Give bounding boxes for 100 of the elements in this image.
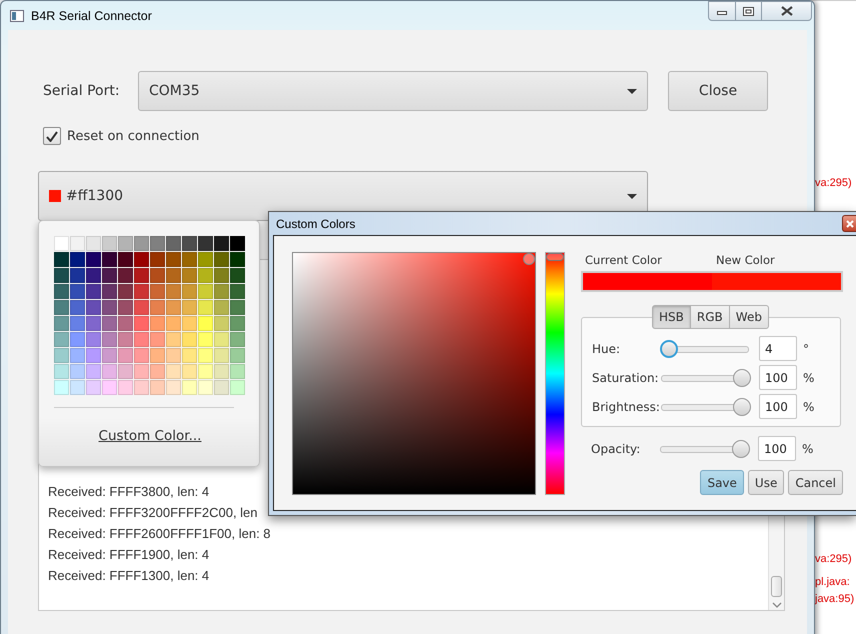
hue-slider[interactable] [545, 252, 565, 495]
color-swatch[interactable] [118, 252, 133, 267]
color-swatch[interactable] [134, 348, 149, 363]
color-swatch[interactable] [134, 332, 149, 347]
color-swatch[interactable] [198, 300, 213, 315]
color-swatch[interactable] [118, 332, 133, 347]
color-swatch[interactable] [166, 380, 181, 395]
color-swatch[interactable] [214, 332, 229, 347]
color-swatch[interactable] [54, 284, 69, 299]
color-swatch[interactable] [230, 332, 245, 347]
color-swatch[interactable] [150, 348, 165, 363]
serial-port-dropdown[interactable]: COM35 [138, 71, 648, 111]
color-swatch[interactable] [150, 268, 165, 283]
color-swatch[interactable] [102, 364, 117, 379]
color-swatch[interactable] [102, 332, 117, 347]
color-swatch[interactable] [70, 252, 85, 267]
color-swatch[interactable] [214, 380, 229, 395]
color-swatch[interactable] [134, 364, 149, 379]
color-swatch[interactable] [198, 284, 213, 299]
color-swatch[interactable] [86, 252, 101, 267]
saturation-brightness-field[interactable] [292, 252, 536, 495]
color-swatch[interactable] [86, 316, 101, 331]
color-swatch[interactable] [86, 300, 101, 315]
color-swatch[interactable] [198, 252, 213, 267]
color-swatch[interactable] [182, 268, 197, 283]
color-swatch[interactable] [134, 380, 149, 395]
color-swatch[interactable] [86, 236, 101, 251]
color-swatch[interactable] [166, 236, 181, 251]
color-swatch[interactable] [150, 252, 165, 267]
color-swatch[interactable] [102, 236, 117, 251]
color-swatch[interactable] [150, 332, 165, 347]
color-swatch[interactable] [54, 364, 69, 379]
color-swatch[interactable] [166, 348, 181, 363]
color-swatch[interactable] [166, 252, 181, 267]
slider[interactable] [659, 340, 751, 358]
color-swatch[interactable] [182, 284, 197, 299]
color-swatch[interactable] [198, 348, 213, 363]
dialog-button[interactable]: Use [748, 470, 784, 495]
color-swatch[interactable] [70, 236, 85, 251]
color-swatch[interactable] [182, 380, 197, 395]
color-swatch[interactable] [198, 236, 213, 251]
color-swatch[interactable] [230, 316, 245, 331]
color-swatch[interactable] [54, 380, 69, 395]
color-swatch[interactable] [214, 268, 229, 283]
dialog-button[interactable]: Save [700, 470, 744, 495]
color-swatch[interactable] [70, 364, 85, 379]
value-field[interactable]: 4 [759, 336, 797, 361]
color-swatch[interactable] [54, 268, 69, 283]
color-swatch[interactable] [198, 268, 213, 283]
slider-thumb[interactable] [733, 398, 751, 416]
color-swatch[interactable] [214, 348, 229, 363]
scrollbar-thumb[interactable] [771, 576, 782, 597]
color-swatch[interactable] [198, 364, 213, 379]
color-swatch[interactable] [182, 252, 197, 267]
slider-thumb[interactable] [733, 368, 751, 386]
color-swatch[interactable] [182, 364, 197, 379]
color-swatch[interactable] [70, 348, 85, 363]
color-swatch[interactable] [198, 332, 213, 347]
color-swatch[interactable] [230, 284, 245, 299]
color-swatch[interactable] [150, 300, 165, 315]
color-swatch[interactable] [118, 380, 133, 395]
color-swatch[interactable] [198, 380, 213, 395]
color-swatch[interactable] [118, 268, 133, 283]
color-swatch[interactable] [182, 348, 197, 363]
color-swatch[interactable] [86, 380, 101, 395]
color-swatch[interactable] [230, 268, 245, 283]
color-swatch[interactable] [102, 316, 117, 331]
color-swatch[interactable] [54, 252, 69, 267]
color-swatch[interactable] [70, 284, 85, 299]
dialog-button[interactable]: Cancel [788, 470, 843, 495]
color-swatch[interactable] [118, 300, 133, 315]
color-swatch[interactable] [86, 284, 101, 299]
color-swatch[interactable] [214, 252, 229, 267]
color-swatch[interactable] [230, 300, 245, 315]
color-swatch[interactable] [198, 316, 213, 331]
color-swatch[interactable] [166, 300, 181, 315]
color-swatch[interactable] [166, 332, 181, 347]
color-swatch[interactable] [54, 300, 69, 315]
value-field[interactable]: 100 [758, 436, 796, 461]
color-swatch[interactable] [150, 364, 165, 379]
color-swatch[interactable] [118, 284, 133, 299]
picker-handle[interactable] [523, 253, 535, 265]
color-swatch[interactable] [150, 284, 165, 299]
color-swatch[interactable] [70, 300, 85, 315]
color-swatch[interactable] [134, 236, 149, 251]
close-button[interactable] [762, 1, 812, 21]
color-swatch[interactable] [230, 236, 245, 251]
color-swatch[interactable] [230, 348, 245, 363]
color-swatch[interactable] [166, 364, 181, 379]
slider[interactable] [659, 368, 751, 386]
color-swatch[interactable] [214, 236, 229, 251]
color-swatch[interactable] [102, 380, 117, 395]
color-swatch[interactable] [70, 332, 85, 347]
close-button[interactable]: Close [668, 71, 768, 111]
color-swatch[interactable] [230, 364, 245, 379]
slider[interactable] [658, 440, 750, 458]
color-swatch[interactable] [118, 364, 133, 379]
color-swatch[interactable] [86, 332, 101, 347]
checkbox[interactable] [43, 127, 61, 145]
color-swatch[interactable] [230, 252, 245, 267]
